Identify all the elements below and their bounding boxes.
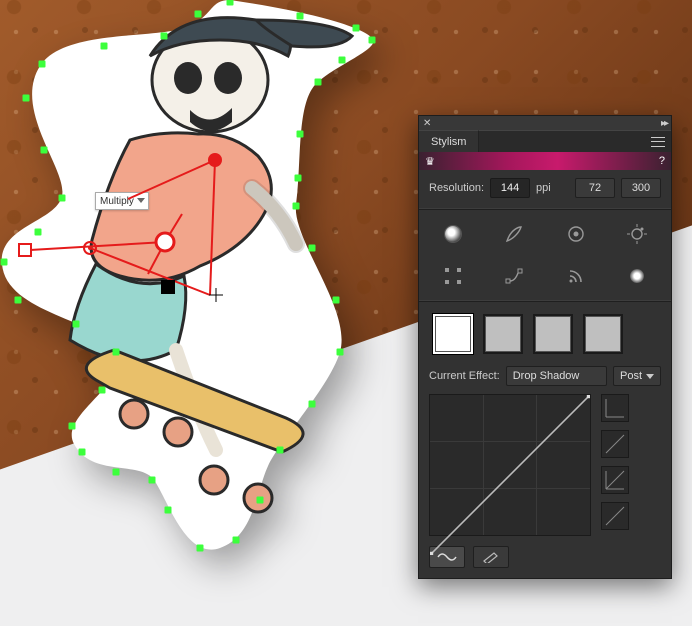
effect-registration-icon[interactable] [443,266,463,286]
effect-drop-shadow-icon[interactable] [443,224,463,244]
current-effect-dropdown[interactable]: Drop Shadow [506,366,607,386]
tab-label: Stylism [431,136,466,148]
curve-preset-linear2[interactable] [601,502,629,530]
swatch-4[interactable] [583,314,623,354]
close-icon[interactable]: ✕ [423,118,431,129]
shadow-control-widget[interactable] [0,0,420,580]
resolution-unit: ppi [536,182,551,194]
brand-bar: ♛ ? [419,152,671,170]
resolution-row: Resolution: 144 ppi 72 300 [429,178,661,198]
stylism-panel: ✕ ▸▸ Stylism ♛ ? Resolution: 144 ppi 72 … [418,115,672,579]
effect-inner-glow-icon[interactable] [627,266,647,286]
crown-icon: ♛ [425,155,435,168]
panel-menu-icon[interactable] [651,137,665,147]
resolution-label: Resolution: [429,182,484,194]
effect-feather-icon[interactable] [504,224,524,244]
swatch-3[interactable] [533,314,573,354]
panel-titlebar[interactable]: ✕ ▸▸ [419,116,671,130]
swatch-1[interactable] [433,314,473,354]
curve-preset-flat[interactable] [601,394,629,422]
post-toggle[interactable]: Post [613,366,661,386]
swatch-row [429,312,661,356]
res-preset-300[interactable]: 300 [621,178,661,198]
swatch-2[interactable] [483,314,523,354]
curve-editor[interactable] [429,394,591,536]
effect-path-icon[interactable] [504,266,524,286]
panel-collapse-icon[interactable]: ▸▸ [661,118,667,129]
help-icon[interactable]: ? [659,155,665,167]
curve-preset-linear[interactable] [601,430,629,458]
effect-target-icon[interactable] [566,224,586,244]
effect-rss-icon[interactable] [566,266,586,286]
effect-outer-glow-icon[interactable] [627,224,647,244]
current-effect-label: Current Effect: [429,370,500,382]
post-label: Post [620,370,642,382]
effect-icon-grid [429,220,661,290]
current-effect-value: Drop Shadow [513,370,580,382]
res-preset-72[interactable]: 72 [575,178,615,198]
resolution-input[interactable]: 144 [490,178,530,198]
chevron-down-icon [646,374,654,379]
curve-preset-invert[interactable] [601,466,629,494]
tab-stylism[interactable]: Stylism [419,130,479,152]
